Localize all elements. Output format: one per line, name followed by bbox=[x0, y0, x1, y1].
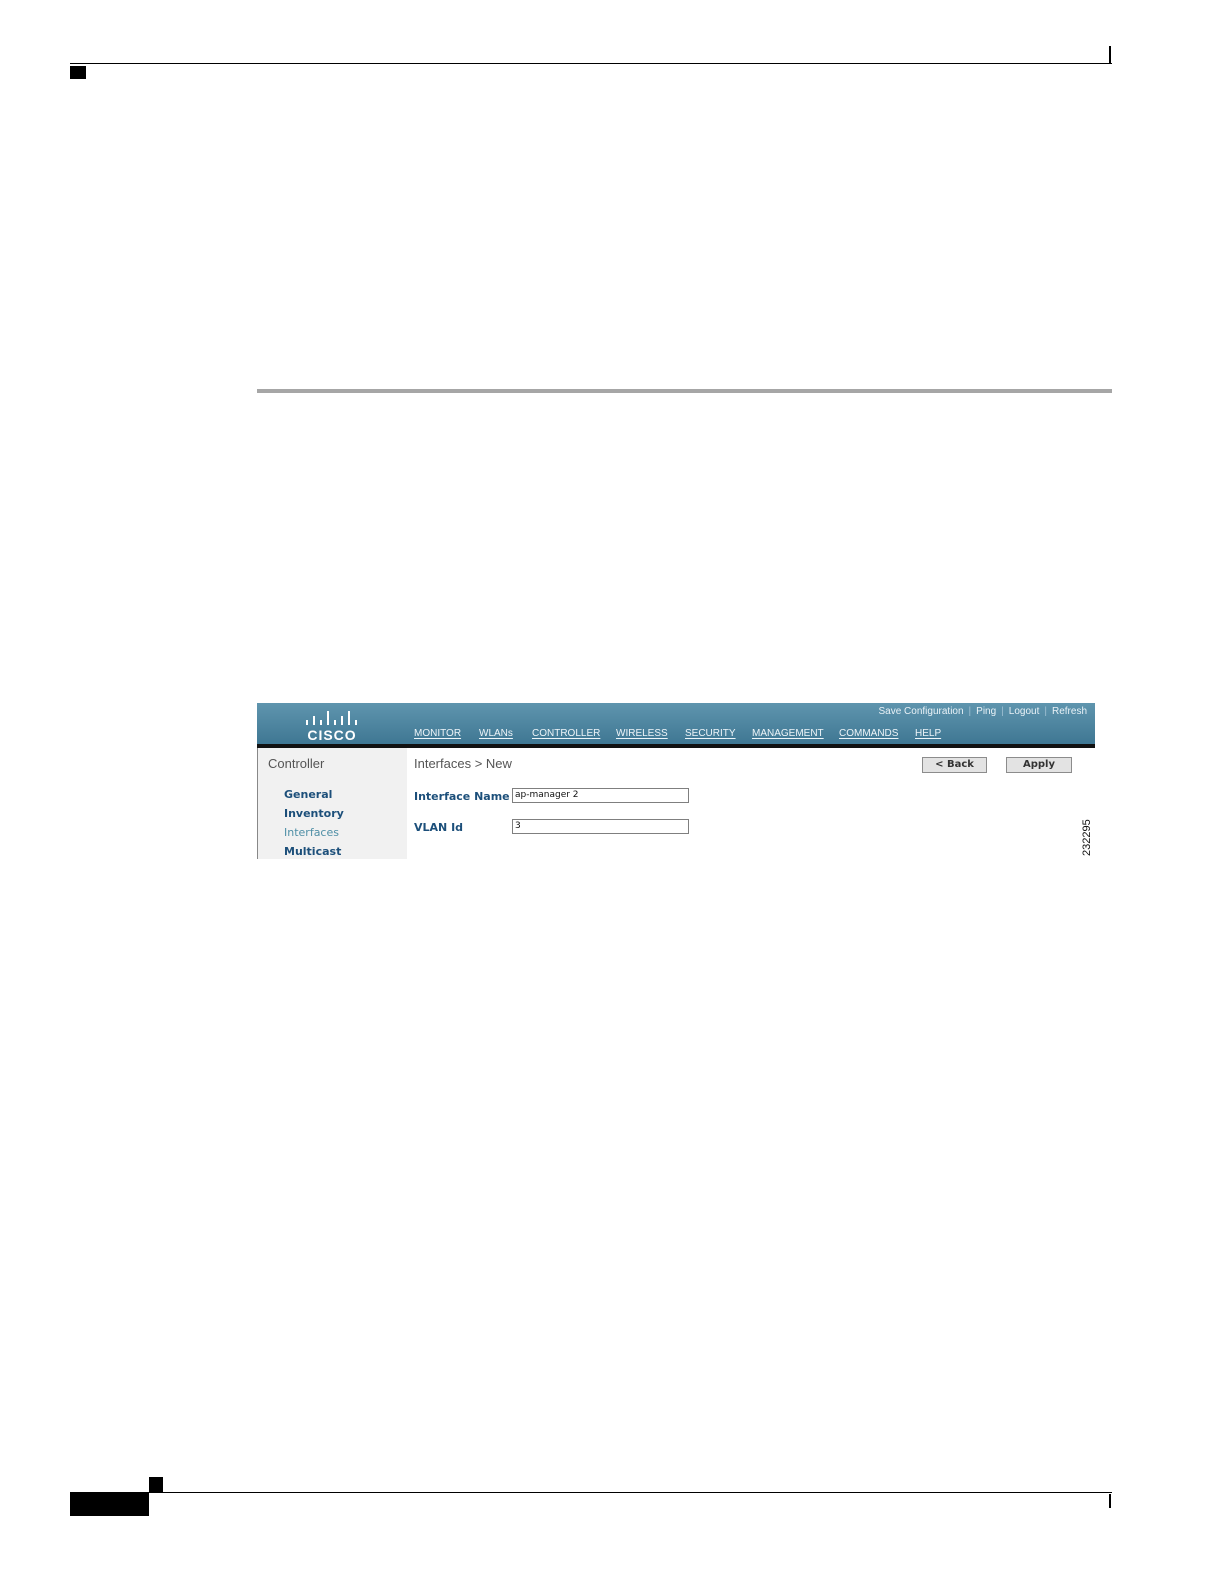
back-button[interactable]: < Back bbox=[922, 757, 987, 773]
apply-button[interactable]: Apply bbox=[1006, 757, 1072, 773]
nav-help[interactable]: HELP bbox=[915, 728, 941, 739]
controller-screenshot: CISCO Save Configuration | Ping | Logout | Ref… bbox=[257, 703, 1095, 859]
top-banner: CISCO Save Configuration | Ping | Logout | Ref… bbox=[257, 703, 1095, 744]
sidebar-item-multicast[interactable]: Multicast bbox=[284, 845, 341, 858]
logout-link[interactable]: Logout bbox=[1009, 706, 1040, 717]
sidebar-title: Controller bbox=[268, 756, 325, 771]
nav-controller[interactable]: CONTROLLER bbox=[532, 728, 600, 739]
header-marker bbox=[70, 66, 86, 79]
nav-wireless[interactable]: WIRELESS bbox=[616, 728, 668, 739]
interface-name-input[interactable]: ap-manager 2 bbox=[512, 788, 689, 803]
figure-number: 232295 bbox=[1081, 819, 1093, 856]
section-rule bbox=[257, 389, 1112, 393]
save-configuration-link[interactable]: Save Configuration bbox=[878, 706, 963, 717]
footer-notch bbox=[149, 1477, 163, 1493]
nav-monitor[interactable]: MONITOR bbox=[414, 728, 461, 739]
sidebar-item-inventory[interactable]: Inventory bbox=[284, 807, 344, 820]
interface-name-label: Interface Name bbox=[414, 790, 510, 803]
cisco-wordmark: CISCO bbox=[307, 727, 357, 743]
refresh-link[interactable]: Refresh bbox=[1052, 706, 1087, 717]
cisco-bridge-icon bbox=[306, 709, 360, 725]
vlan-id-input[interactable]: 3 bbox=[512, 819, 689, 834]
nav-commands[interactable]: COMMANDS bbox=[839, 728, 898, 739]
sidebar: Controller General Inventory Interfaces … bbox=[257, 748, 407, 859]
nav-wlans[interactable]: WLANs bbox=[479, 728, 513, 739]
sidebar-item-general[interactable]: General bbox=[284, 788, 332, 801]
footer-tick bbox=[1109, 1494, 1111, 1508]
header-tick bbox=[1109, 46, 1111, 64]
ping-link[interactable]: Ping bbox=[976, 706, 996, 717]
vlan-id-label: VLAN Id bbox=[414, 821, 464, 834]
utility-links: Save Configuration | Ping | Logout | Refresh bbox=[878, 706, 1087, 717]
nav-management[interactable]: MANAGEMENT bbox=[752, 728, 824, 739]
cisco-logo: CISCO bbox=[302, 707, 362, 743]
page-title: Interfaces > New bbox=[414, 756, 512, 771]
sidebar-item-interfaces[interactable]: Interfaces bbox=[284, 826, 339, 839]
nav-security[interactable]: SECURITY bbox=[685, 728, 736, 739]
footer-page-tab bbox=[70, 1493, 149, 1516]
footer-rule bbox=[70, 1492, 1112, 1493]
header-rule bbox=[70, 63, 1112, 64]
